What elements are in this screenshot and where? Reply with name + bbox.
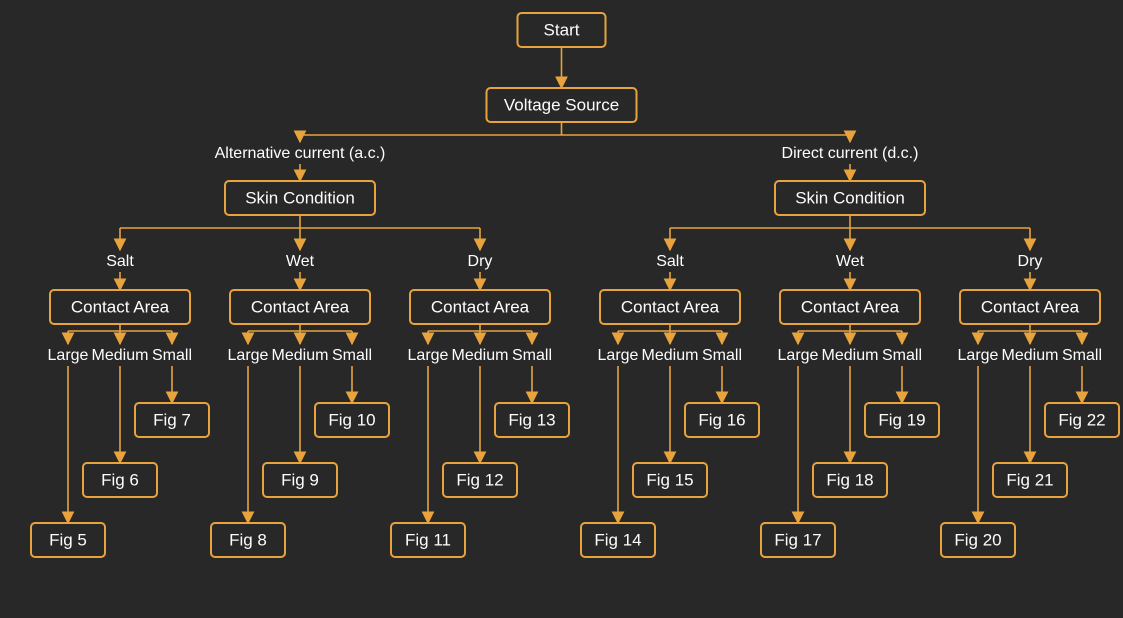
svg-text:Fig 9: Fig 9 bbox=[281, 470, 319, 489]
node-fig-14: Fig 14 bbox=[581, 523, 655, 557]
node-fig-9: Fig 9 bbox=[263, 463, 337, 497]
svg-text:Fig 10: Fig 10 bbox=[328, 410, 375, 429]
label-dc-dry-medium: Medium bbox=[1002, 347, 1059, 364]
label-dc-wet-small: Small bbox=[882, 347, 922, 364]
svg-text:Contact Area: Contact Area bbox=[71, 297, 170, 316]
label-ac-wet-medium: Medium bbox=[272, 347, 329, 364]
label-ac-dry-large: Large bbox=[408, 347, 449, 364]
label-dc-wet-medium: Medium bbox=[822, 347, 879, 364]
label-ac: Alternative current (a.c.) bbox=[215, 145, 386, 162]
label-ac-wet-large: Large bbox=[228, 347, 269, 364]
node-fig-13: Fig 13 bbox=[495, 403, 569, 437]
label-dc-dry-small: Small bbox=[1062, 347, 1102, 364]
svg-text:Fig 7: Fig 7 bbox=[153, 410, 191, 429]
label-dc-wet: Wet bbox=[836, 253, 865, 270]
svg-text:Skin Condition: Skin Condition bbox=[795, 188, 905, 207]
node-contact-area-dc-2: Contact Area bbox=[960, 290, 1100, 324]
node-fig-8: Fig 8 bbox=[211, 523, 285, 557]
node-fig-15: Fig 15 bbox=[633, 463, 707, 497]
node-contact-area-ac-2: Contact Area bbox=[410, 290, 550, 324]
svg-text:Fig 19: Fig 19 bbox=[878, 410, 925, 429]
label-ac-salt-large: Large bbox=[48, 347, 89, 364]
node-fig-16: Fig 16 bbox=[685, 403, 759, 437]
node-fig-6: Fig 6 bbox=[83, 463, 157, 497]
svg-text:Fig 12: Fig 12 bbox=[456, 470, 503, 489]
svg-text:Fig 22: Fig 22 bbox=[1058, 410, 1105, 429]
svg-text:Skin Condition: Skin Condition bbox=[245, 188, 355, 207]
label-ac-salt: Salt bbox=[106, 253, 134, 270]
flowchart-diagram: Start Voltage Source Skin Condition Skin Co… bbox=[0, 0, 1123, 618]
label-dc-salt-small: Small bbox=[702, 347, 742, 364]
node-fig-20: Fig 20 bbox=[941, 523, 1015, 557]
svg-text:Fig 11: Fig 11 bbox=[405, 530, 451, 549]
node-fig-5: Fig 5 bbox=[31, 523, 105, 557]
node-contact-area-dc-0: Contact Area bbox=[600, 290, 740, 324]
node-contact-area-ac-1: Contact Area bbox=[230, 290, 370, 324]
label-ac-dry: Dry bbox=[468, 253, 493, 270]
svg-text:Start: Start bbox=[544, 20, 580, 39]
svg-text:Contact Area: Contact Area bbox=[251, 297, 350, 316]
svg-text:Fig 15: Fig 15 bbox=[646, 470, 693, 489]
node-fig-17: Fig 17 bbox=[761, 523, 835, 557]
svg-text:Fig 5: Fig 5 bbox=[49, 530, 87, 549]
label-dc-salt: Salt bbox=[656, 253, 684, 270]
svg-text:Fig 8: Fig 8 bbox=[229, 530, 267, 549]
node-skin-condition-dc: Skin Condition bbox=[775, 181, 925, 215]
svg-text:Fig 20: Fig 20 bbox=[954, 530, 1001, 549]
node-contact-area-dc-1: Contact Area bbox=[780, 290, 920, 324]
node-start: Start bbox=[518, 13, 606, 47]
label-dc-dry-large: Large bbox=[958, 347, 999, 364]
label-dc: Direct current (d.c.) bbox=[782, 145, 919, 162]
svg-text:Contact Area: Contact Area bbox=[981, 297, 1080, 316]
node-fig-10: Fig 10 bbox=[315, 403, 389, 437]
svg-text:Voltage Source: Voltage Source bbox=[504, 95, 619, 114]
node-fig-7: Fig 7 bbox=[135, 403, 209, 437]
label-ac-wet: Wet bbox=[286, 253, 315, 270]
node-fig-19: Fig 19 bbox=[865, 403, 939, 437]
svg-text:Fig 13: Fig 13 bbox=[508, 410, 555, 429]
label-dc-dry: Dry bbox=[1018, 253, 1043, 270]
node-fig-18: Fig 18 bbox=[813, 463, 887, 497]
svg-text:Fig 6: Fig 6 bbox=[101, 470, 139, 489]
label-ac-dry-small: Small bbox=[512, 347, 552, 364]
svg-text:Contact Area: Contact Area bbox=[801, 297, 900, 316]
label-dc-salt-large: Large bbox=[598, 347, 639, 364]
label-ac-salt-medium: Medium bbox=[92, 347, 149, 364]
node-voltage-source: Voltage Source bbox=[487, 88, 637, 122]
node-fig-21: Fig 21 bbox=[993, 463, 1067, 497]
svg-text:Fig 17: Fig 17 bbox=[774, 530, 821, 549]
label-ac-wet-small: Small bbox=[332, 347, 372, 364]
node-contact-area-ac-0: Contact Area bbox=[50, 290, 190, 324]
label-ac-dry-medium: Medium bbox=[452, 347, 509, 364]
svg-text:Contact Area: Contact Area bbox=[431, 297, 530, 316]
svg-text:Fig 16: Fig 16 bbox=[698, 410, 745, 429]
svg-text:Fig 14: Fig 14 bbox=[594, 530, 641, 549]
svg-text:Fig 18: Fig 18 bbox=[826, 470, 873, 489]
node-fig-22: Fig 22 bbox=[1045, 403, 1119, 437]
node-skin-condition-ac: Skin Condition bbox=[225, 181, 375, 215]
label-dc-salt-medium: Medium bbox=[642, 347, 699, 364]
label-ac-salt-small: Small bbox=[152, 347, 192, 364]
label-dc-wet-large: Large bbox=[778, 347, 819, 364]
node-fig-12: Fig 12 bbox=[443, 463, 517, 497]
svg-text:Fig 21: Fig 21 bbox=[1006, 470, 1053, 489]
node-fig-11: Fig 11 bbox=[391, 523, 465, 557]
svg-text:Contact Area: Contact Area bbox=[621, 297, 720, 316]
